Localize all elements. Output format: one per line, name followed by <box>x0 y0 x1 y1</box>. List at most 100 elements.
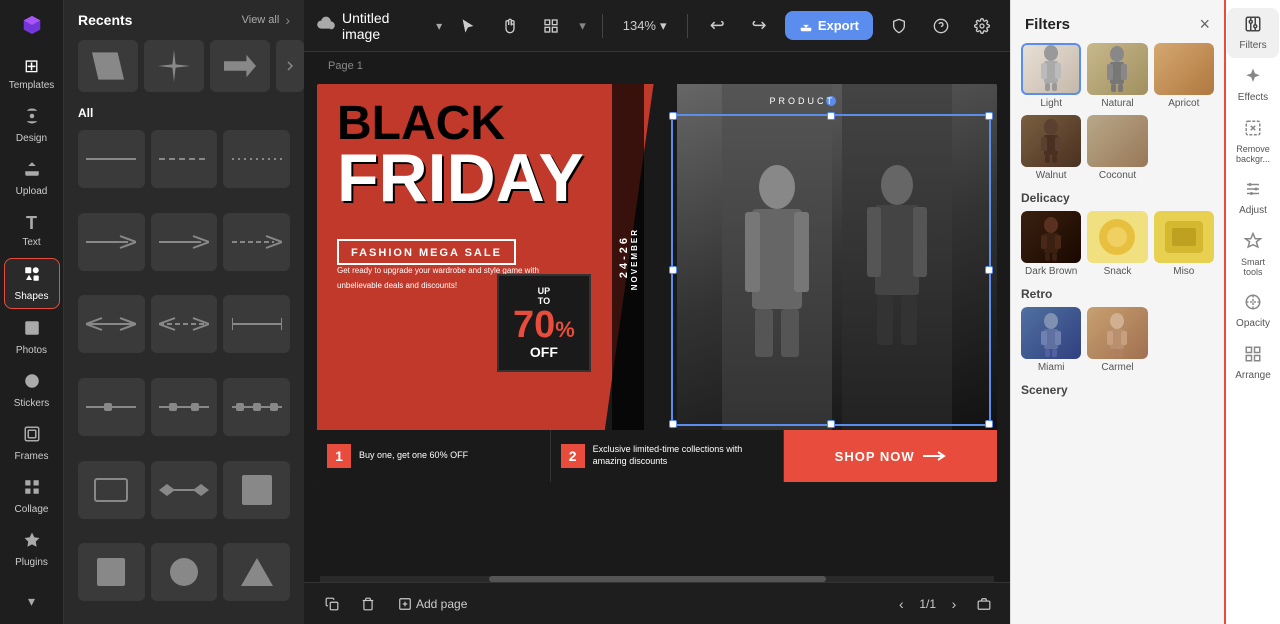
view-all-button[interactable]: View all <box>242 14 280 26</box>
sidebar-item-stickers[interactable]: Stickers <box>4 366 60 415</box>
sidebar-item-shapes[interactable]: Shapes <box>4 258 60 309</box>
filter-miso[interactable]: Miso <box>1154 211 1214 277</box>
shape-slider-triple[interactable] <box>223 378 290 436</box>
sidebar-item-label: Shapes <box>15 291 49 302</box>
shape-bracket-rect[interactable] <box>78 461 145 519</box>
export-button[interactable]: Export <box>785 11 873 40</box>
horizontal-scrollbar[interactable] <box>320 576 994 582</box>
filter-miso-thumb <box>1154 211 1214 263</box>
filters-close-button[interactable]: × <box>1199 14 1210 35</box>
sidebar-item-label: Design <box>16 133 47 144</box>
recents-row <box>64 36 304 100</box>
shape-arrow-right-dashed[interactable] <box>223 213 290 271</box>
filter-miami[interactable]: Miami <box>1021 307 1081 373</box>
next-page-button[interactable]: › <box>942 592 966 616</box>
page-duplicate-button[interactable] <box>318 590 346 618</box>
handle-tl[interactable] <box>669 112 677 120</box>
page-label: Page 1 <box>328 60 363 72</box>
rt-smart-tools-label: Smart tools <box>1231 257 1275 277</box>
canvas-container[interactable]: Page 1 BLACK <box>304 52 1010 576</box>
handle-mr[interactable] <box>985 266 993 274</box>
add-page-button[interactable]: Add page <box>390 593 475 615</box>
sidebar-item-frames[interactable]: Frames <box>4 419 60 468</box>
handle-ml[interactable] <box>669 266 677 274</box>
filter-carmel[interactable]: Carmel <box>1087 307 1147 373</box>
shape-square-outline[interactable] <box>78 543 145 601</box>
filter-natural[interactable]: Natural <box>1087 43 1147 109</box>
shape-line-dotted[interactable] <box>223 130 290 188</box>
page-delete-button[interactable] <box>354 590 382 618</box>
shape-line-solid[interactable] <box>78 130 145 188</box>
help-button[interactable] <box>925 10 957 42</box>
logo-button[interactable] <box>4 8 60 42</box>
sidebar-item-design[interactable]: Design <box>4 101 60 150</box>
filter-darkbrown[interactable]: Dark Brown <box>1021 211 1081 277</box>
zoom-display[interactable]: 134% ▾ <box>617 14 673 38</box>
rt-remove-bg-button[interactable]: Remove backgr... <box>1227 112 1279 171</box>
shape-diamond-connector[interactable] <box>151 461 218 519</box>
rt-adjust-button[interactable]: Adjust <box>1227 173 1279 223</box>
zoom-chevron-icon: ▾ <box>660 18 667 34</box>
handle-bm[interactable] <box>827 420 835 428</box>
shape-double-arrow-dashed[interactable] <box>151 295 218 353</box>
filter-walnut[interactable]: Walnut <box>1021 115 1081 181</box>
sidebar-item-templates[interactable]: ⊞ Templates <box>4 50 60 97</box>
layout-tool-button[interactable] <box>536 10 568 42</box>
filter-snack[interactable]: Snack <box>1087 211 1147 277</box>
shop-now-area[interactable]: SHOP NOW <box>784 430 997 482</box>
rt-filters-label: Filters <box>1239 40 1266 51</box>
bf-title-area: BLACK FRIDAY <box>337 100 584 209</box>
filter-light[interactable]: Light <box>1021 43 1081 109</box>
doc-title[interactable]: Untitled image <box>342 10 430 42</box>
sidebar-item-upload[interactable]: Upload <box>4 154 60 203</box>
shape-circle[interactable] <box>151 543 218 601</box>
handle-bl[interactable] <box>669 420 677 428</box>
undo-button[interactable]: ↩ <box>702 10 734 42</box>
settings-button[interactable] <box>966 10 998 42</box>
rt-filters-button[interactable]: Filters <box>1227 8 1279 58</box>
shield-button[interactable] <box>883 10 915 42</box>
recent-shape-parallelogram[interactable] <box>78 40 138 92</box>
shape-triangle[interactable] <box>223 543 290 601</box>
redo-button[interactable]: ↪ <box>743 10 775 42</box>
recent-shape-arrow[interactable] <box>210 40 270 92</box>
filter-snack-label: Snack <box>1104 266 1132 277</box>
cursor-tool-button[interactable] <box>452 10 484 42</box>
rt-effects-button[interactable]: Effects <box>1227 60 1279 110</box>
rt-smart-tools-button[interactable]: Smart tools <box>1227 225 1279 284</box>
handle-tr[interactable] <box>985 112 993 120</box>
layout-chevron-icon[interactable]: ▾ <box>577 14 588 38</box>
shape-arrow-right-hollow[interactable] <box>151 213 218 271</box>
scroll-thumb[interactable] <box>489 576 826 582</box>
shape-square-large[interactable] <box>223 461 290 519</box>
sidebar-item-plugins[interactable]: Plugins <box>4 525 60 574</box>
rt-arrange-button[interactable]: Arrange <box>1227 338 1279 388</box>
handle-br[interactable] <box>985 420 993 428</box>
doc-title-chevron-icon[interactable]: ▾ <box>436 19 442 33</box>
shape-line-dashed[interactable] <box>151 130 218 188</box>
recent-shape-star4[interactable] <box>144 40 204 92</box>
filter-coconut[interactable]: Coconut <box>1087 115 1147 181</box>
design-canvas[interactable]: BLACK FRIDAY FASHION MEGA SALE Get ready… <box>317 84 997 482</box>
recent-expand-button[interactable] <box>276 40 304 92</box>
expand-pages-button[interactable] <box>972 592 996 616</box>
shape-double-arrow-line[interactable] <box>223 295 290 353</box>
sidebar-item-collage[interactable]: Collage <box>4 472 60 521</box>
filter-apricot[interactable]: Apricot <box>1154 43 1214 109</box>
shape-slider-single[interactable] <box>78 378 145 436</box>
hand-tool-button[interactable] <box>494 10 526 42</box>
rt-opacity-button[interactable]: Opacity <box>1227 286 1279 336</box>
prev-page-button[interactable]: ‹ <box>889 592 913 616</box>
selection-overlay[interactable] <box>671 114 991 426</box>
shop-now-label: SHOP NOW <box>835 449 915 464</box>
sidebar-collapse-button[interactable]: ▾ <box>4 587 60 616</box>
collapse-icon: ▾ <box>28 593 35 610</box>
shape-arrow-right-solid[interactable] <box>78 213 145 271</box>
sidebar-item-text[interactable]: T Text <box>4 207 60 254</box>
shape-slider-double[interactable] <box>151 378 218 436</box>
deal1-text: Buy one, get one 60% OFF <box>359 450 468 462</box>
shape-double-arrow-solid[interactable] <box>78 295 145 353</box>
rt-smart-tools-icon <box>1244 232 1262 255</box>
sidebar-item-photos[interactable]: Photos <box>4 313 60 362</box>
handle-tm[interactable] <box>827 112 835 120</box>
